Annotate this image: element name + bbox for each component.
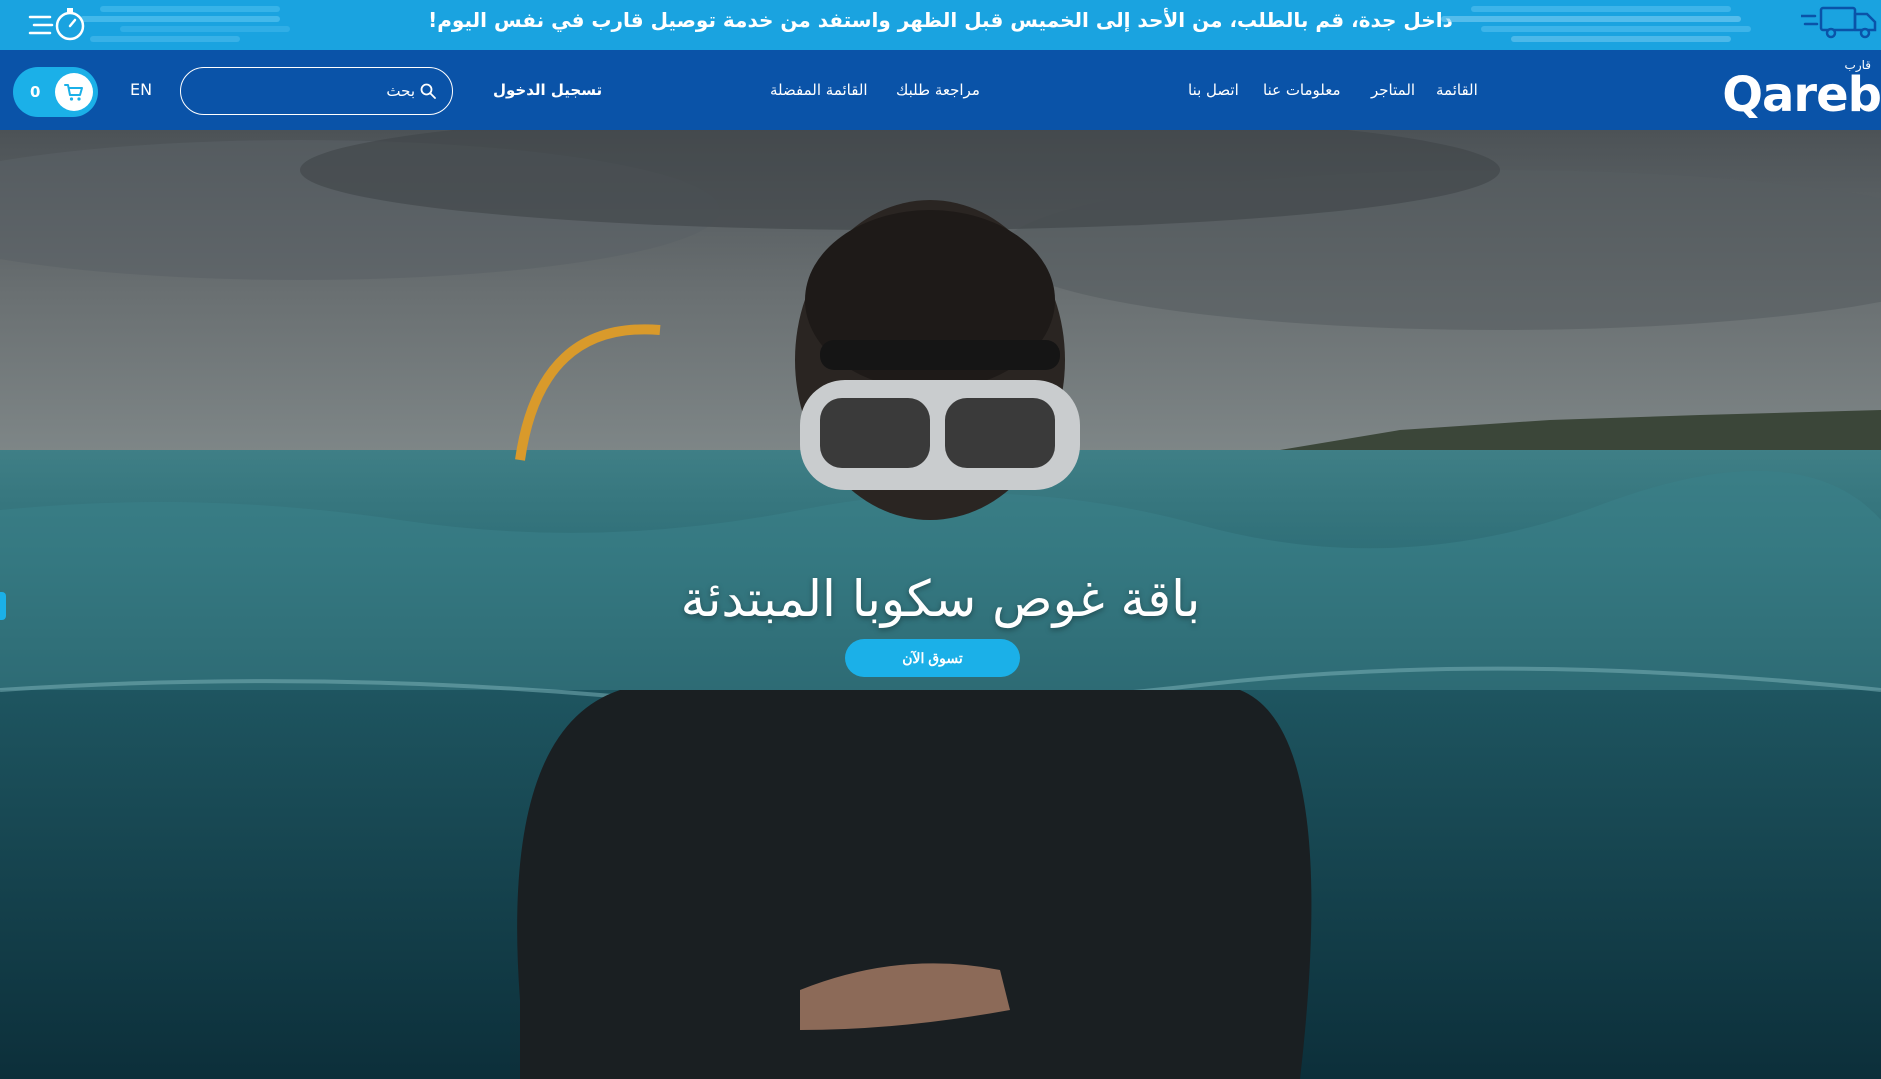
speed-lines-decoration <box>1441 6 1751 42</box>
hero-banner: باقة غوص سكوبا المبتدئة تسوق الآن <box>0 130 1881 1079</box>
search-icon[interactable] <box>420 83 436 99</box>
side-feedback-tab[interactable] <box>0 592 6 620</box>
search-input[interactable] <box>195 76 415 106</box>
hero-title: باقة غوص سكوبا المبتدئة <box>680 570 1201 628</box>
nav-link-wishlist[interactable]: القائمة المفضلة <box>770 50 868 130</box>
search-box[interactable] <box>180 67 453 115</box>
cart-button[interactable]: 0 <box>13 67 98 117</box>
shopping-cart-icon <box>64 84 83 101</box>
login-link[interactable]: تسجيل الدخول <box>493 50 602 130</box>
delivery-truck-icon <box>1801 6 1877 39</box>
nav-link-about[interactable]: معلومات عنا <box>1263 50 1341 130</box>
nav-link-menu[interactable]: القائمة <box>1436 50 1478 130</box>
nav-link-contact[interactable]: اتصل بنا <box>1188 50 1239 130</box>
site-logo[interactable]: قارب Qareb <box>1722 58 1881 122</box>
language-switch[interactable]: EN <box>130 50 152 130</box>
logo-text: Qareb <box>1722 67 1881 123</box>
cart-icon-circle <box>55 73 93 111</box>
nav-link-stores[interactable]: المتاجر <box>1371 50 1415 130</box>
main-navbar: 0 EN تسجيل الدخول مراجعة طلبك القائمة ال… <box>0 50 1881 130</box>
shop-now-button[interactable]: تسوق الآن <box>845 639 1020 677</box>
cart-count: 0 <box>30 83 41 101</box>
announcement-bar: داخل جدة، قم بالطلب، من الأحد إلى الخميس… <box>0 0 1881 50</box>
nav-link-track-order[interactable]: مراجعة طلبك <box>896 50 980 130</box>
